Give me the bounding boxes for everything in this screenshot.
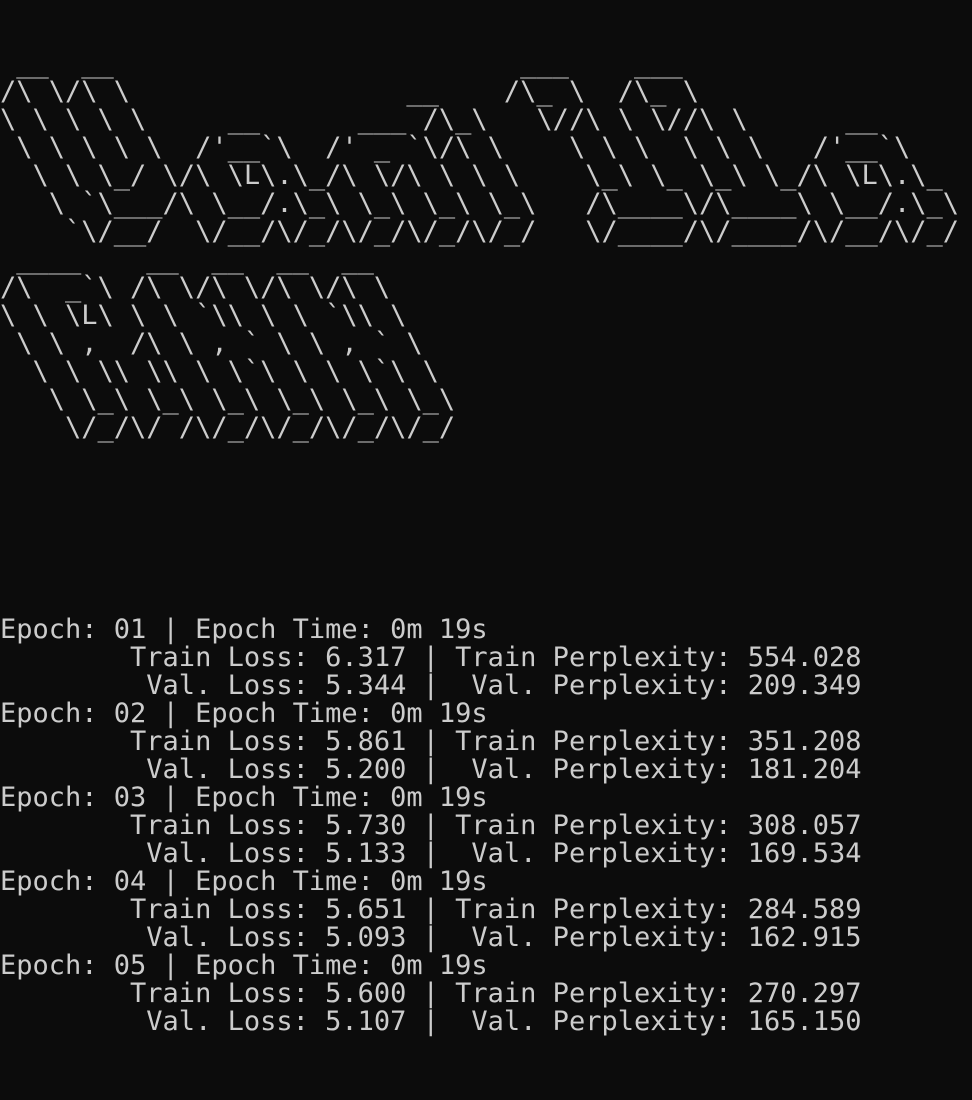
terminal-window[interactable]: __ __ ___ ___ /\ \/\ \ __ /\_ \ /\_ \ \ …	[0, 0, 972, 1100]
val-metrics-line: Val. Loss: 5.107 | Val. Perplexity: 165.…	[0, 1006, 862, 1037]
epoch-block: Epoch: 04 | Epoch Time: 0m 19s Train Los…	[0, 868, 972, 952]
training-log: Epoch: 01 | Epoch Time: 0m 19s Train Los…	[0, 616, 972, 1036]
val-metrics-line: Val. Loss: 5.344 | Val. Perplexity: 209.…	[0, 670, 862, 701]
train-metrics-line: Train Loss: 6.317 | Train Perplexity: 55…	[0, 642, 862, 673]
epoch-line: Epoch: 04 | Epoch Time: 0m 19s	[0, 866, 488, 897]
epoch-block: Epoch: 03 | Epoch Time: 0m 19s Train Los…	[0, 784, 972, 868]
epoch-block: Epoch: 05 | Epoch Time: 0m 19s Train Los…	[0, 952, 972, 1036]
epoch-line: Epoch: 03 | Epoch Time: 0m 19s	[0, 782, 488, 813]
val-metrics-line: Val. Loss: 5.200 | Val. Perplexity: 181.…	[0, 754, 862, 785]
epoch-line: Epoch: 02 | Epoch Time: 0m 19s	[0, 698, 488, 729]
train-metrics-line: Train Loss: 5.861 | Train Perplexity: 35…	[0, 726, 862, 757]
val-metrics-line: Val. Loss: 5.133 | Val. Perplexity: 169.…	[0, 838, 862, 869]
epoch-line: Epoch: 05 | Epoch Time: 0m 19s	[0, 950, 488, 981]
val-metrics-line: Val. Loss: 5.093 | Val. Perplexity: 162.…	[0, 922, 862, 953]
epoch-line: Epoch: 01 | Epoch Time: 0m 19s	[0, 614, 488, 645]
ascii-art-banner: __ __ ___ ___ /\ \/\ \ __ /\_ \ /\_ \ \ …	[0, 48, 960, 443]
train-metrics-line: Train Loss: 5.651 | Train Perplexity: 28…	[0, 894, 862, 925]
train-metrics-line: Train Loss: 5.600 | Train Perplexity: 27…	[0, 978, 862, 1009]
epoch-block: Epoch: 01 | Epoch Time: 0m 19s Train Los…	[0, 616, 972, 700]
train-metrics-line: Train Loss: 5.730 | Train Perplexity: 30…	[0, 810, 862, 841]
epoch-block: Epoch: 02 | Epoch Time: 0m 19s Train Los…	[0, 700, 972, 784]
